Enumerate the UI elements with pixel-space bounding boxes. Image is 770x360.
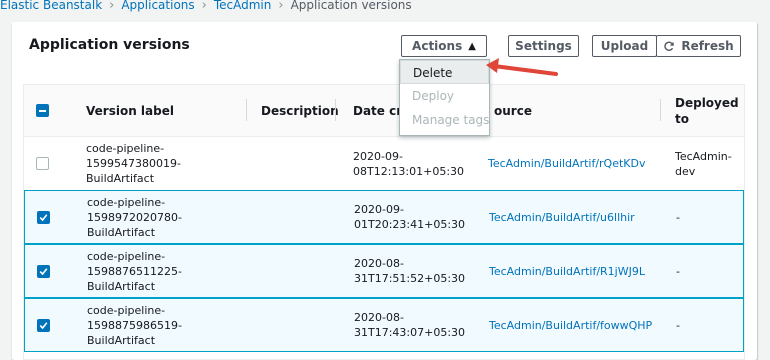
- checkmark-icon: [39, 213, 48, 221]
- breadcrumb-elastic-beanstalk[interactable]: Elastic Beanstalk: [0, 0, 102, 12]
- cell-text-line: 1598875986519-: [87, 318, 182, 332]
- chevron-right-icon: ›: [109, 0, 115, 13]
- cell-text-line: 1598876511225-: [87, 264, 182, 278]
- cell-text-line: 31T17:51:52+05:30: [354, 272, 466, 285]
- refresh-button[interactable]: Refresh: [656, 35, 741, 57]
- source-link[interactable]: TecAdmin/BuildArtif/fowwQHP: [489, 299, 652, 351]
- version-label-cell: code-pipeline- 1598972020780- BuildArtifac…: [87, 191, 182, 243]
- version-label-cell: code-pipeline- 1598875986519- BuildArtifac…: [87, 299, 182, 351]
- cell-text-line: 08T12:13:01+05:30: [353, 164, 465, 178]
- caret-up-icon: ▲: [468, 40, 476, 52]
- cell-text-line: BuildArtifact: [87, 333, 156, 347]
- breadcrumb-tecadmin[interactable]: TecAdmin: [214, 0, 272, 12]
- table-header: Version label Description Date crea ourc…: [24, 85, 744, 137]
- date-created-cell: 2020-09- 08T12:13:01+05:30: [353, 137, 464, 190]
- menu-item-manage-tags[interactable]: Manage tags: [400, 108, 489, 132]
- table-row[interactable]: code-pipeline- 1599547380019- BuildArtifac…: [24, 136, 744, 190]
- cell-text-line: 01T20:23:41+05:30: [354, 218, 466, 231]
- cell-text-line: code-pipeline-: [87, 249, 166, 263]
- actions-button[interactable]: Actions ▲: [401, 35, 487, 57]
- cell-text-line: 2020-09-: [353, 149, 403, 163]
- upload-button[interactable]: Upload: [592, 35, 657, 57]
- column-divider: [660, 99, 661, 121]
- deployed-to-cell: TecAdmin-dev: [675, 137, 732, 190]
- deployed-to-cell: -: [676, 245, 680, 297]
- versions-table: Version label Description Date crea ourc…: [23, 84, 745, 360]
- table-row[interactable]: code-pipeline- 1598875986519- BuildArtifac…: [24, 298, 744, 352]
- date-created-cell: 2020-08- 31T17:43:07+05:30: [354, 299, 465, 351]
- cell-text-line: 31T17:43:07+05:30: [354, 326, 466, 339]
- row-select-cell: [37, 245, 50, 297]
- breadcrumb-current: Application versions: [290, 0, 412, 12]
- column-header-version-label[interactable]: Version label: [86, 85, 174, 136]
- cell-text-line: 2020-08-: [354, 257, 404, 270]
- cell-text-line: dev: [675, 164, 696, 178]
- row-checkbox[interactable]: [37, 210, 50, 224]
- chevron-right-icon: ›: [201, 0, 207, 13]
- row-select-cell: [36, 137, 49, 190]
- panel-title: Application versions: [29, 37, 190, 53]
- date-created-cell: 2020-08- 31T17:51:52+05:30: [354, 245, 465, 297]
- column-header-source[interactable]: ource: [494, 85, 532, 136]
- cell-text-line: 2020-08-: [354, 311, 404, 324]
- cell-text-line: 1599547380019-: [86, 157, 181, 170]
- source-link[interactable]: TecAdmin/BuildArtif/rQetKDv: [488, 137, 646, 190]
- actions-button-label: Actions: [412, 39, 463, 53]
- row-checkbox[interactable]: [37, 264, 50, 278]
- breadcrumb: Elastic Beanstalk › Applications › TecAd…: [0, 0, 412, 15]
- column-divider: [335, 99, 336, 121]
- version-label-cell: code-pipeline- 1599547380019- BuildArtifac…: [86, 137, 181, 190]
- menu-item-delete[interactable]: Delete: [400, 60, 489, 84]
- cell-text-line: BuildArtifact: [87, 225, 156, 239]
- menu-item-deploy[interactable]: Deploy: [400, 84, 489, 108]
- checkmark-icon: [39, 321, 48, 329]
- refresh-icon: [664, 41, 675, 51]
- cell-text-line: 2020-09-: [354, 203, 404, 216]
- breadcrumb-applications[interactable]: Applications: [121, 0, 194, 12]
- cell-text-line: code-pipeline-: [87, 195, 166, 209]
- column-divider: [246, 99, 247, 121]
- cell-text-line: BuildArtifact: [87, 279, 156, 293]
- cell-text-line: -: [676, 210, 680, 224]
- chevron-right-icon: ›: [278, 0, 284, 13]
- cell-text-line: 1598972020780-: [87, 210, 182, 224]
- actions-menu: Delete Deploy Manage tags: [399, 59, 490, 136]
- row-select-cell: [37, 299, 50, 351]
- source-link[interactable]: TecAdmin/BuildArtif/R1jWJ9L: [489, 245, 645, 297]
- version-label-cell: code-pipeline- 1598876511225- BuildArtifac…: [87, 245, 182, 297]
- select-all-cell: [36, 85, 49, 136]
- cell-text-line: code-pipeline-: [86, 142, 165, 155]
- deployed-to-cell: -: [676, 299, 680, 351]
- application-versions-panel: Application versions Actions ▲ Settings …: [12, 22, 757, 360]
- column-header-deployed-to[interactable]: Deployed to: [675, 85, 739, 136]
- column-header-description[interactable]: Description: [261, 85, 339, 136]
- table-row[interactable]: code-pipeline- 1598876511225- BuildArtifac…: [24, 244, 744, 298]
- deployed-to-cell: -: [676, 191, 680, 243]
- row-checkbox[interactable]: [37, 318, 50, 332]
- date-created-cell: 2020-09- 01T20:23:41+05:30: [354, 191, 465, 243]
- select-all-checkbox[interactable]: [36, 104, 49, 117]
- annotation-arrow-icon: [486, 58, 558, 76]
- source-link[interactable]: TecAdmin/BuildArtif/u6llhir: [489, 191, 635, 243]
- table-row[interactable]: code-pipeline- 1598972020780- BuildArtifac…: [24, 190, 744, 244]
- checkmark-icon: [39, 267, 48, 275]
- cell-text-line: -: [676, 318, 680, 332]
- cell-text-line: TecAdmin-: [675, 149, 732, 163]
- cell-text-line: code-pipeline-: [87, 303, 166, 317]
- refresh-button-label: Refresh: [681, 39, 734, 53]
- cell-text-line: BuildArtifact: [86, 172, 155, 185]
- row-checkbox[interactable]: [36, 157, 49, 170]
- cell-text-line: -: [676, 264, 680, 278]
- row-select-cell: [37, 191, 50, 243]
